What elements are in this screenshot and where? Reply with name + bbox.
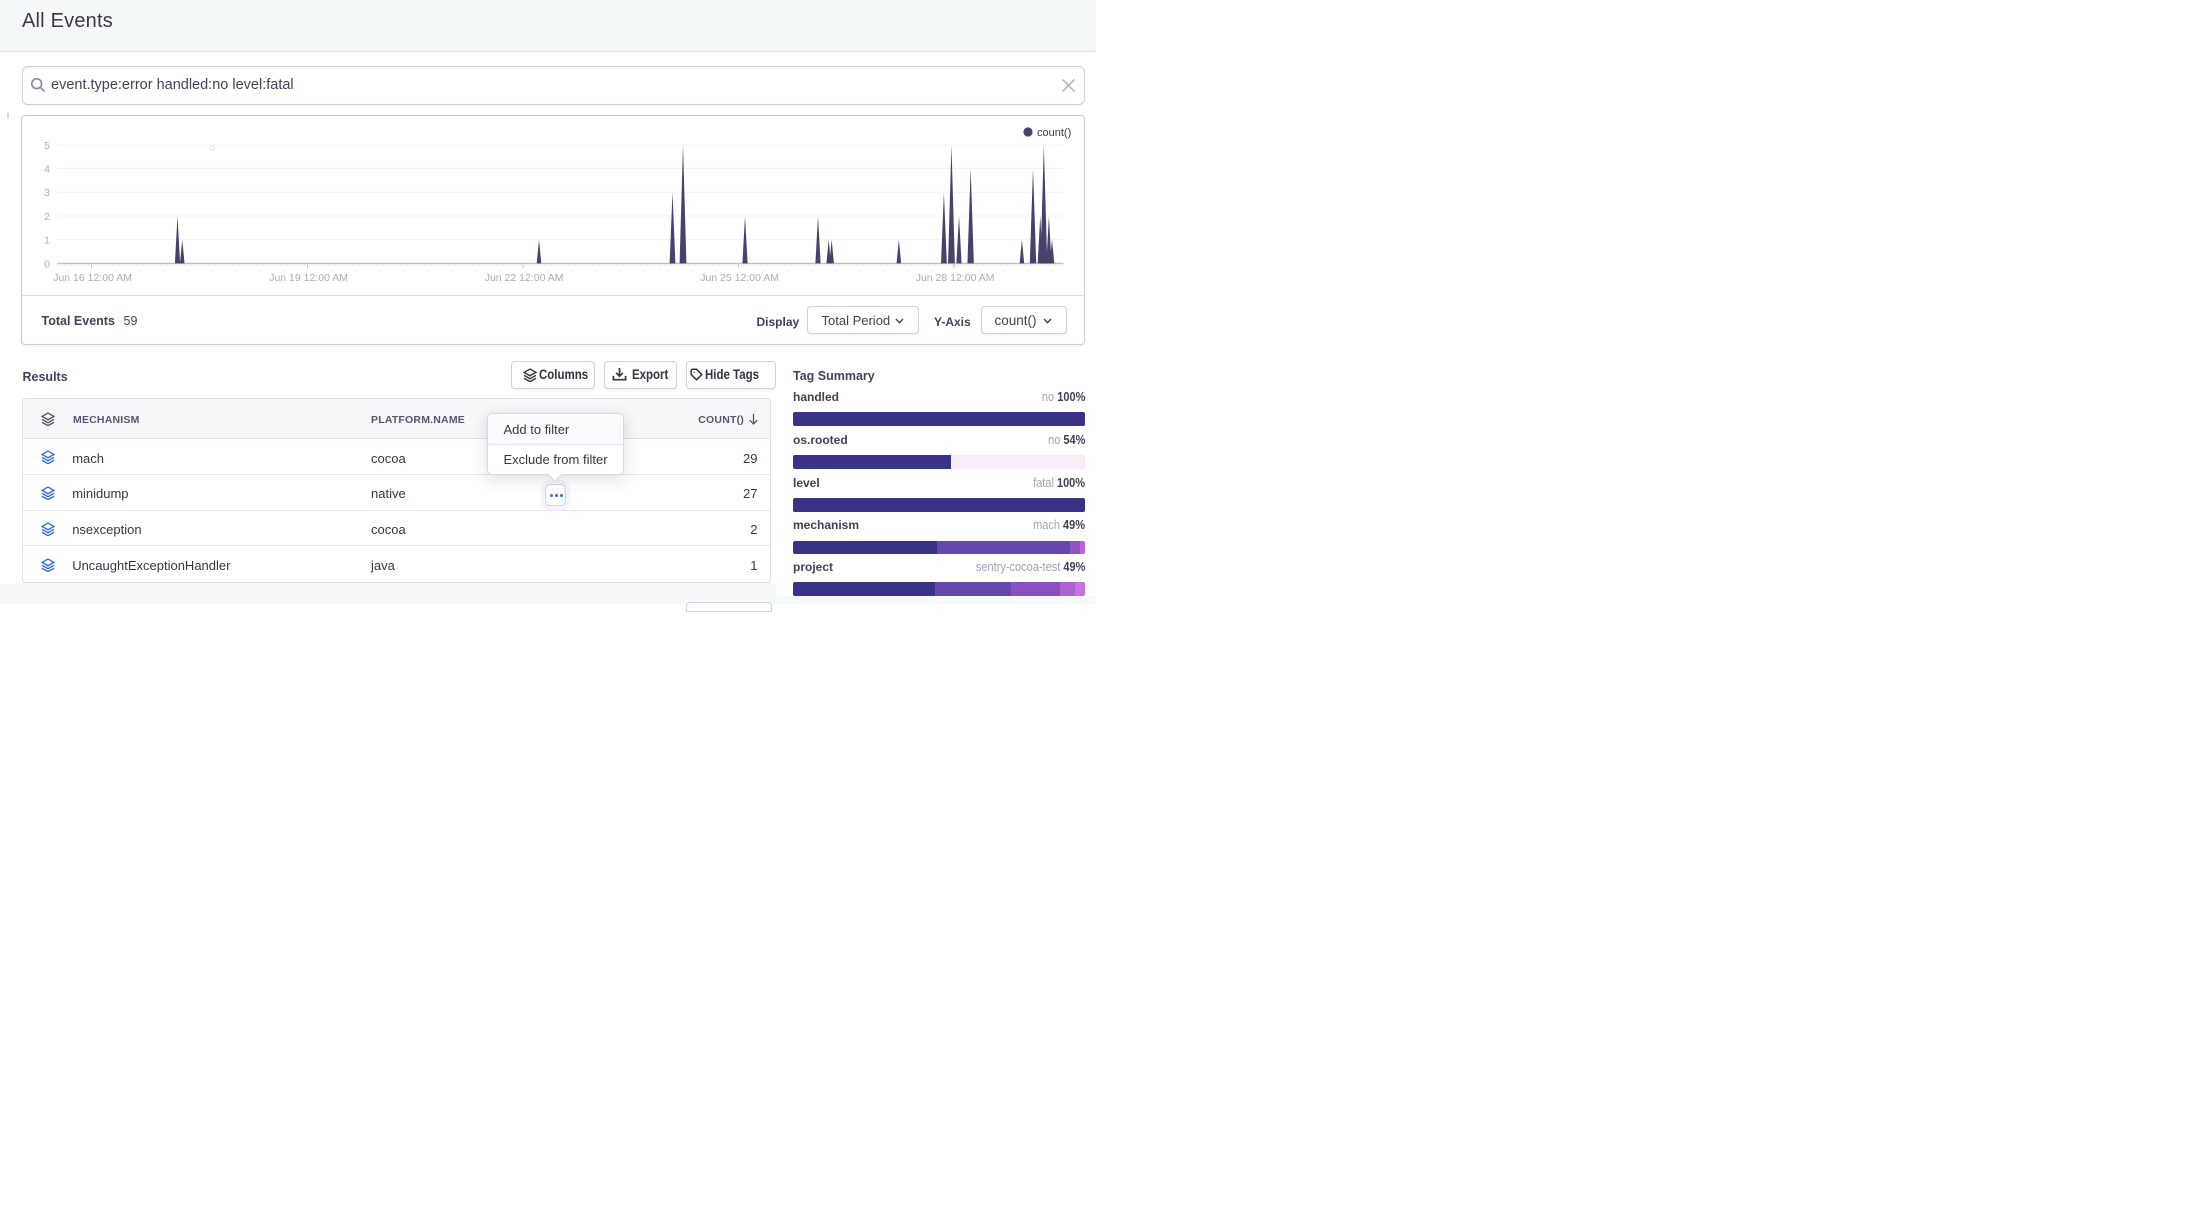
svg-text:3: 3 [44, 187, 50, 199]
svg-text:count(): count() [1037, 127, 1071, 139]
svg-text:Jun 16 12:00 AM: Jun 16 12:00 AM [53, 272, 132, 284]
svg-text:Jun 25 12:00 AM: Jun 25 12:00 AM [700, 272, 779, 284]
svg-text:0: 0 [44, 258, 50, 270]
svg-text:Jun 19 12:00 AM: Jun 19 12:00 AM [269, 272, 348, 284]
svg-text:2: 2 [44, 211, 50, 223]
svg-text:1: 1 [44, 235, 50, 247]
svg-text:4: 4 [44, 163, 50, 175]
svg-text:5: 5 [44, 140, 50, 152]
svg-text:Jun 28 12:00 AM: Jun 28 12:00 AM [915, 272, 994, 284]
svg-text:Jun 22 12:00 AM: Jun 22 12:00 AM [484, 272, 563, 284]
